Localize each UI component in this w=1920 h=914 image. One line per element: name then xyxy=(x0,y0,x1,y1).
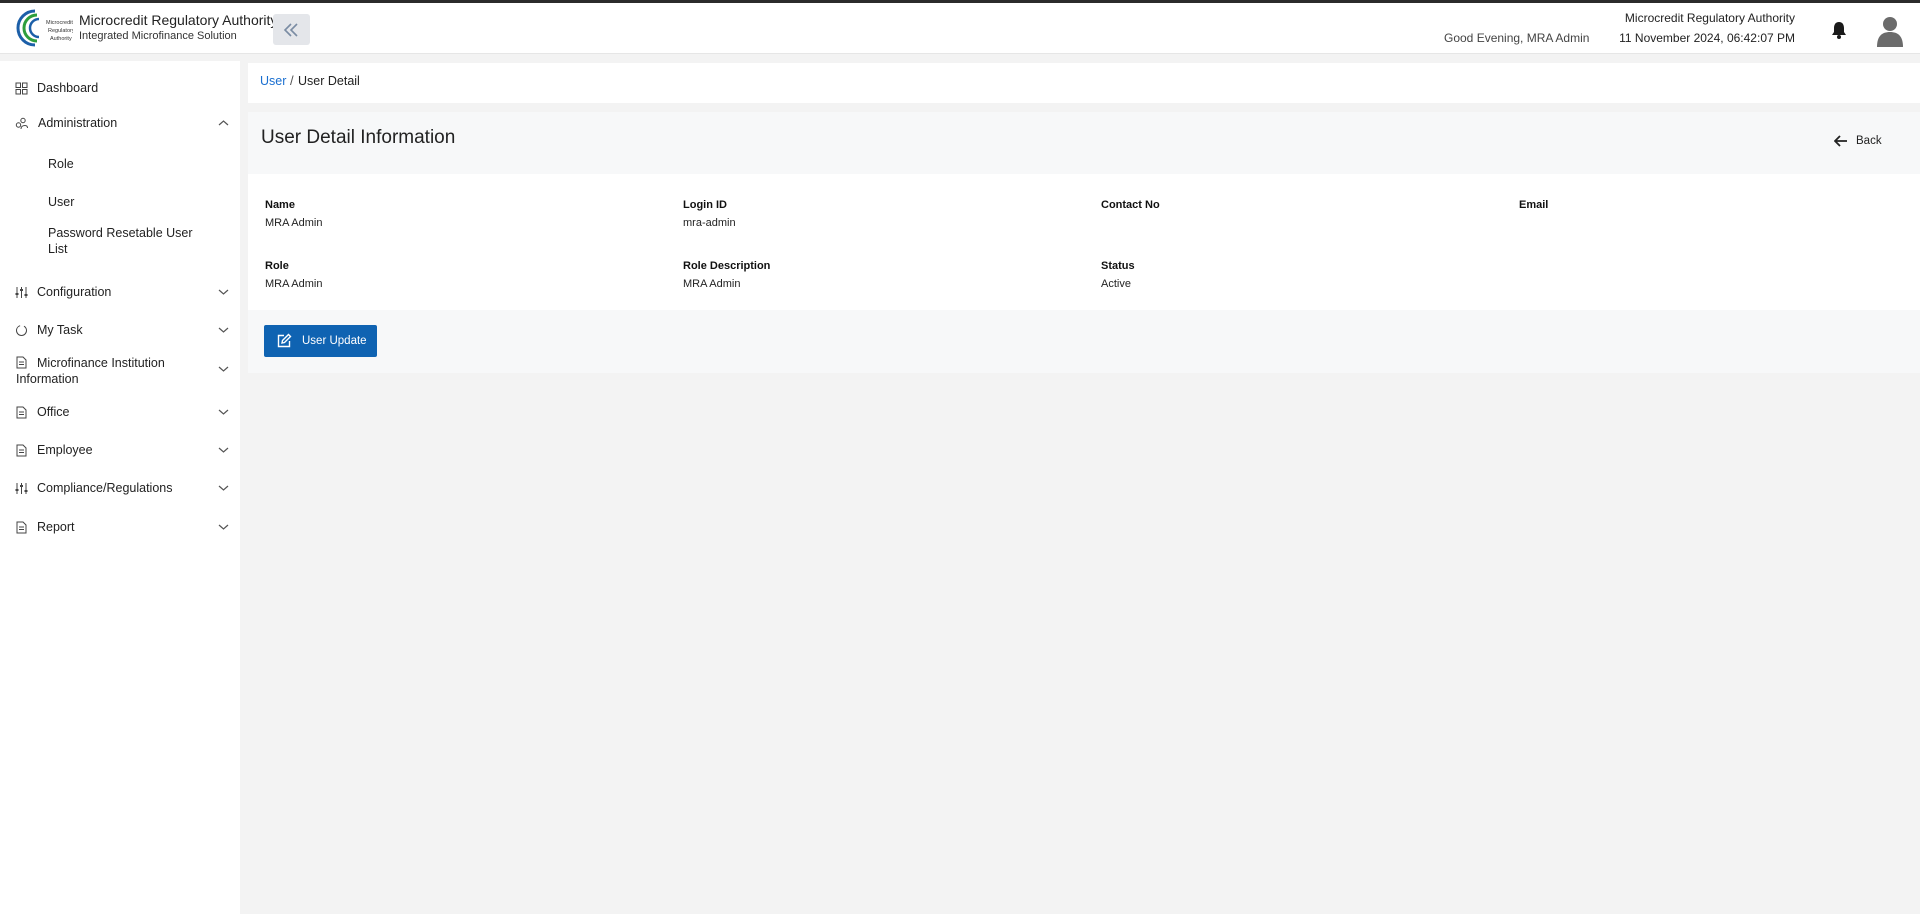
sliders-icon xyxy=(15,287,28,298)
page-title: User Detail Information xyxy=(261,127,456,148)
sidebar-item-employee[interactable]: Employee xyxy=(0,439,240,463)
field-label-role-description: Role Description xyxy=(683,260,771,272)
user-detail-fields: Name MRA Admin Login ID mra-admin Contac… xyxy=(248,174,1920,310)
chevron-down-icon xyxy=(218,289,229,295)
brand-subtitle: Integrated Microfinance Solution xyxy=(79,30,237,42)
field-label-login-id: Login ID xyxy=(683,199,727,211)
mra-logo: Microcredit Regulatory Authority xyxy=(13,7,75,49)
svg-text:Microcredit: Microcredit xyxy=(46,20,73,26)
sidebar-item-configuration[interactable]: Configuration xyxy=(0,281,240,305)
chevron-down-icon xyxy=(218,409,229,415)
circle-icon xyxy=(16,325,27,336)
breadcrumb-link-user[interactable]: User xyxy=(260,74,286,88)
document-icon xyxy=(16,444,27,457)
breadcrumb-current: User Detail xyxy=(298,74,360,88)
sidebar-item-label: My Task xyxy=(37,323,83,337)
sidebar-item-report[interactable]: Report xyxy=(0,516,240,540)
chevron-down-icon xyxy=(218,447,229,453)
breadcrumb-separator: / xyxy=(290,73,294,88)
sidebar-subitem-user[interactable]: User xyxy=(48,195,74,209)
action-bar: User Update xyxy=(248,310,1920,373)
user-update-button[interactable]: User Update xyxy=(264,325,377,357)
sidebar-item-label: Compliance/Regulations xyxy=(37,481,173,495)
sidebar-item-label: Microfinance Institution Information xyxy=(16,356,165,386)
sidebar-item-dashboard[interactable]: Dashboard xyxy=(0,77,240,101)
sidebar-item-microfinance-institution-information[interactable]: Microfinance Institution Information xyxy=(0,351,240,387)
svg-text:Authority: Authority xyxy=(50,36,72,42)
sidebar-item-administration[interactable]: Administration xyxy=(0,112,240,136)
chevron-down-icon xyxy=(218,327,229,333)
field-label-status: Status xyxy=(1101,260,1135,272)
brand-title: Microcredit Regulatory Authority xyxy=(79,12,278,28)
greeting-text: Good Evening, MRA Admin xyxy=(1444,31,1590,45)
chevron-down-icon xyxy=(218,366,229,372)
sidebar-item-label: Configuration xyxy=(37,285,112,299)
field-value-role: MRA Admin xyxy=(265,278,323,290)
collapse-sidebar-button[interactable] xyxy=(273,14,310,45)
sidebar-item-label: Administration xyxy=(38,116,118,130)
user-avatar-icon[interactable] xyxy=(1876,15,1904,47)
field-label-contact-no: Contact No xyxy=(1101,199,1160,211)
current-datetime: 11 November 2024, 06:42:07 PM xyxy=(1619,31,1795,45)
grid-icon xyxy=(15,82,28,95)
sidebar: Dashboard Administration Role User Passw… xyxy=(0,61,240,914)
sidebar-item-my-task[interactable]: My Task xyxy=(0,319,240,343)
user-update-label: User Update xyxy=(302,335,367,347)
field-value-login-id: mra-admin xyxy=(683,217,736,229)
back-button[interactable]: Back xyxy=(1834,130,1894,152)
field-label-email: Email xyxy=(1519,199,1549,211)
svg-text:Regulatory: Regulatory xyxy=(48,28,73,34)
arrow-left-icon xyxy=(1834,135,1847,147)
org-name: Microcredit Regulatory Authority xyxy=(1624,11,1795,25)
field-label-role: Role xyxy=(265,260,289,272)
sidebar-item-compliance-regulations[interactable]: Compliance/Regulations xyxy=(0,477,240,501)
chevron-up-icon xyxy=(218,120,229,126)
document-icon xyxy=(16,521,27,534)
users-icon xyxy=(15,117,28,130)
detail-card-header: User Detail Information Back xyxy=(248,112,1920,174)
document-icon xyxy=(16,406,27,419)
chevron-down-icon xyxy=(218,524,229,530)
field-value-role-description: MRA Admin xyxy=(683,278,741,290)
sidebar-subitem-password-resetable-user-list[interactable]: Password Resetable User List xyxy=(48,225,198,257)
breadcrumb: User / User Detail xyxy=(248,63,1920,103)
double-chevron-left-icon xyxy=(283,22,298,37)
sliders-icon xyxy=(15,483,28,494)
notification-bell-icon[interactable] xyxy=(1831,21,1847,39)
chevron-down-icon xyxy=(218,485,229,491)
sidebar-subitem-role[interactable]: Role xyxy=(48,157,74,171)
sidebar-item-label: Office xyxy=(37,405,70,419)
sidebar-item-label: Employee xyxy=(37,443,93,457)
app-header: Microcredit Regulatory Authority Microcr… xyxy=(0,3,1920,54)
sidebar-item-label: Report xyxy=(37,520,75,534)
field-value-name: MRA Admin xyxy=(265,217,323,229)
edit-icon xyxy=(277,333,292,348)
sidebar-item-label: Dashboard xyxy=(37,81,99,95)
sidebar-item-office[interactable]: Office xyxy=(0,401,240,425)
back-button-label: Back xyxy=(1856,135,1882,147)
field-label-name: Name xyxy=(265,199,295,211)
field-value-status: Active xyxy=(1101,278,1131,290)
